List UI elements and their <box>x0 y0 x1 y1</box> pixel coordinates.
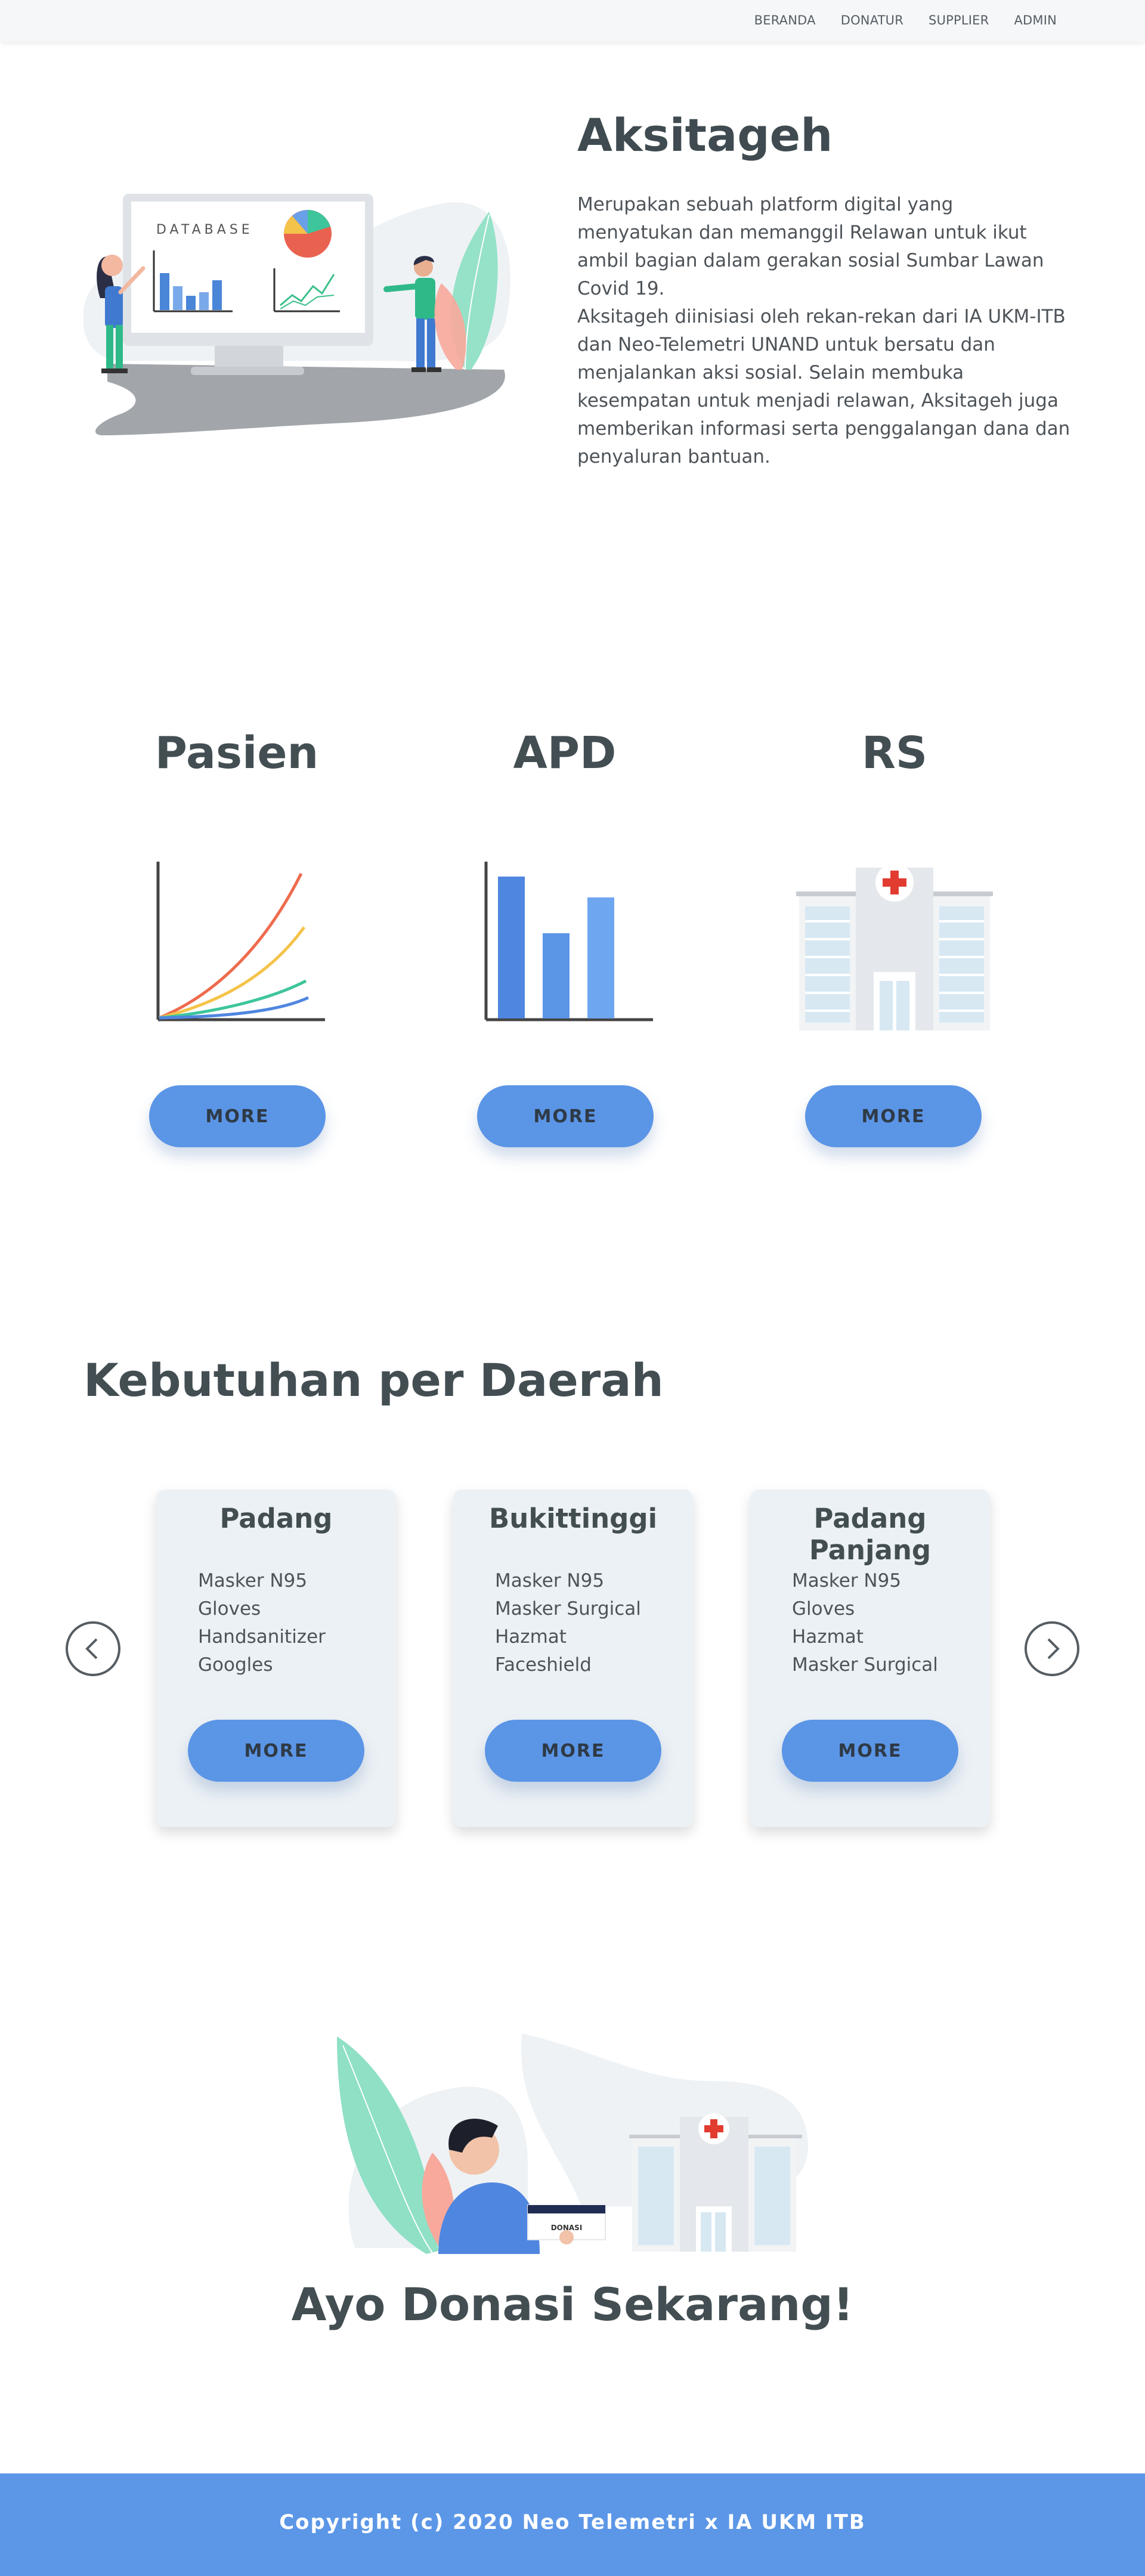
stat-title: Pasien <box>154 727 319 779</box>
stat-title: RS <box>861 727 928 779</box>
navbar: BERANDA DONATUR SUPPLIER ADMIN <box>0 0 1145 42</box>
stat-title: APD <box>513 727 617 779</box>
card-title: Bukittinggi <box>488 1503 658 1534</box>
list-item: Hazmat <box>495 1626 567 1648</box>
footer-copyright: Copyright (c) 2020 Neo Telemetri x IA UK… <box>279 2510 866 2534</box>
list-item: Masker N95 <box>495 1570 605 1592</box>
list-item: Googles <box>198 1654 273 1676</box>
nav-links: BERANDA DONATUR SUPPLIER ADMIN <box>754 13 1057 27</box>
database-label: DATABASE <box>156 222 253 237</box>
rs-more-button[interactable]: MORE <box>805 1085 982 1147</box>
list-item: Masker N95 <box>792 1570 902 1592</box>
list-item: Masker N95 <box>198 1570 308 1592</box>
nav-beranda[interactable]: BERANDA <box>754 13 816 27</box>
hero-title: Aksitageh <box>577 109 833 162</box>
list-item: Handsanitizer <box>198 1626 326 1648</box>
chevron-left-icon <box>85 1638 98 1659</box>
list-item: Masker Surgical <box>792 1654 938 1676</box>
nav-donatur[interactable]: DONATUR <box>841 13 903 27</box>
list-item: Faceshield <box>495 1654 592 1676</box>
donate-illustration: DONASI <box>337 2033 808 2254</box>
stat-pasien: Pasien <box>123 727 350 779</box>
carousel-next-button[interactable] <box>1025 1621 1079 1676</box>
list-item: Masker Surgical <box>495 1598 641 1620</box>
list-item: Gloves <box>198 1598 261 1620</box>
card-title: Padang Panjang <box>809 1503 932 1566</box>
chevron-right-icon <box>1047 1638 1060 1659</box>
nav-supplier[interactable]: SUPPLIER <box>929 13 989 27</box>
region-card-padang: Padang Masker N95 Gloves Handsanitizer G… <box>156 1490 396 1827</box>
carousel-prev-button[interactable] <box>66 1621 120 1676</box>
hospital-icon <box>796 863 993 1030</box>
apd-more-button[interactable]: MORE <box>477 1085 654 1147</box>
donate-title: Ayo Donasi Sekarang! <box>291 2278 854 2331</box>
stat-apd: APD <box>451 727 678 779</box>
hero-paragraph-1: Merupakan sebuah platform digital yang m… <box>577 194 1044 299</box>
list-item: Hazmat <box>792 1626 864 1648</box>
region-section-title: Kebutuhan per Daerah <box>83 1354 664 1407</box>
bukittinggi-more-button[interactable]: MORE <box>485 1720 661 1782</box>
region-card-padang-panjang: Padang Panjang Masker N95 Gloves Hazmat … <box>750 1490 990 1827</box>
footer: Copyright (c) 2020 Neo Telemetri x IA UK… <box>0 2473 1145 2576</box>
hero-description: Merupakan sebuah platform digital yang m… <box>577 191 1072 471</box>
padang-more-button[interactable]: MORE <box>188 1720 364 1782</box>
nav-admin[interactable]: ADMIN <box>1014 13 1057 27</box>
card-item-list: Masker N95 Gloves Handsanitizer Googles <box>198 1567 326 1679</box>
hero-illustration: DATABASE <box>83 194 510 435</box>
stat-rs: RS <box>781 727 1008 779</box>
list-item: Gloves <box>792 1598 855 1620</box>
line-chart-icon <box>156 862 325 1021</box>
card-item-list: Masker N95 Gloves Hazmat Masker Surgical <box>792 1567 938 1679</box>
card-item-list: Masker N95 Masker Surgical Hazmat Facesh… <box>495 1567 641 1679</box>
region-card-bukittinggi: Bukittinggi Masker N95 Masker Surgical H… <box>453 1490 693 1827</box>
padang-panjang-more-button[interactable]: MORE <box>782 1720 958 1782</box>
bar-chart-icon <box>484 862 653 1021</box>
hero-paragraph-2: Aksitageh diinisiasi oleh rekan-rekan da… <box>577 306 1070 467</box>
pasien-more-button[interactable]: MORE <box>149 1085 326 1147</box>
card-title: Padang <box>219 1503 333 1534</box>
